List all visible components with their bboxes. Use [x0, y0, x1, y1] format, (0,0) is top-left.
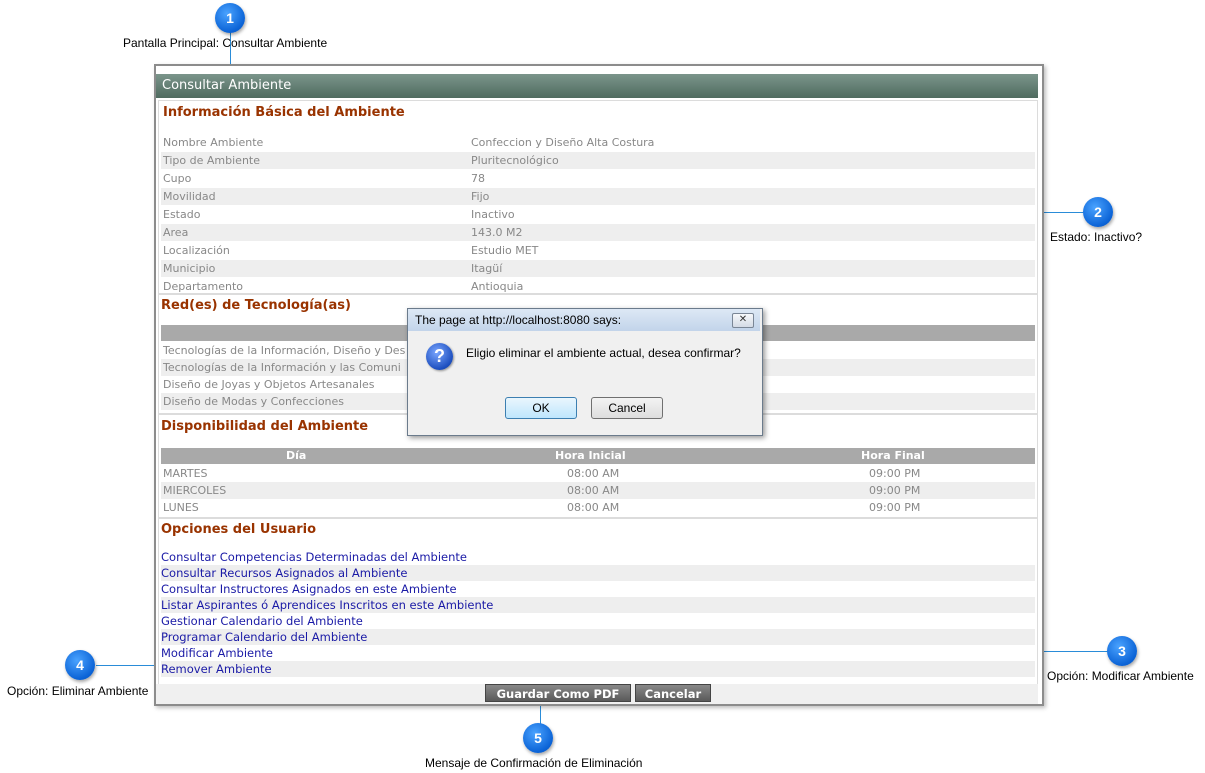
info-row: Area 143.0 M2: [161, 224, 1035, 241]
link-listar-aspirantes[interactable]: Listar Aspirantes ó Aprendices Inscritos…: [161, 597, 1035, 613]
availability-table-header: Día Hora Inicial Hora Final: [161, 448, 1035, 464]
callout-4-badge: 4: [65, 650, 95, 680]
link-remover-ambiente[interactable]: Remover Ambiente: [161, 661, 1035, 677]
availability-row: MIERCOLES 08:00 AM 09:00 PM: [161, 482, 1035, 499]
networks-title: Red(es) de Tecnología(as): [161, 298, 351, 313]
options-panel: Opciones del Usuario Consultar Competenc…: [158, 518, 1038, 686]
callout-2-text: Estado: Inactivo?: [1050, 230, 1143, 244]
dialog-message: Eligio eliminar el ambiente actual, dese…: [466, 346, 741, 360]
callout-5-badge: 5: [523, 723, 553, 753]
dialog-title: The page at http://localhost:8080 says:: [408, 309, 760, 331]
link-consultar-instructores[interactable]: Consultar Instructores Asignados en este…: [161, 581, 1035, 597]
header-hora-final: Hora Final: [861, 449, 925, 462]
cancel-button[interactable]: Cancel: [591, 397, 663, 419]
header-hora-inicial: Hora Inicial: [555, 449, 626, 462]
callout-1-badge: 1: [215, 3, 245, 33]
info-row: Municipio Itagüí: [161, 260, 1035, 277]
close-icon[interactable]: ✕: [732, 313, 754, 328]
callout-5-text: Mensaje de Confirmación de Eliminación: [425, 756, 643, 770]
confirm-dialog: The page at http://localhost:8080 says: …: [407, 308, 763, 436]
estado-value: Inactivo: [471, 208, 515, 221]
link-programar-calendario[interactable]: Programar Calendario del Ambiente: [161, 629, 1035, 645]
availability-row: LUNES 08:00 AM 09:00 PM: [163, 501, 921, 514]
link-modificar-ambiente[interactable]: Modificar Ambiente: [161, 645, 1035, 661]
callout-2-badge: 2: [1083, 197, 1113, 227]
options-title: Opciones del Usuario: [161, 522, 317, 537]
ok-button[interactable]: OK: [505, 397, 577, 419]
question-icon: ?: [426, 343, 453, 370]
callout-3-badge: 3: [1107, 636, 1137, 666]
callout-4-text: Opción: Eliminar Ambiente: [7, 684, 149, 698]
callout-4-line: [96, 665, 158, 666]
link-consultar-competencias[interactable]: Consultar Competencias Determinadas del …: [161, 549, 1035, 565]
link-consultar-recursos[interactable]: Consultar Recursos Asignados al Ambiente: [161, 565, 1035, 581]
callout-3-text: Opción: Modificar Ambiente: [1047, 669, 1194, 683]
info-row: Departamento Antioquia: [163, 280, 524, 293]
basic-info-title: Información Básica del Ambiente: [163, 105, 405, 120]
availability-row: MARTES 08:00 AM 09:00 PM: [163, 467, 921, 480]
callout-1-text: Pantalla Principal: Consultar Ambiente: [123, 36, 328, 50]
info-row: Cupo 78: [163, 172, 485, 185]
availability-title: Disponibilidad del Ambiente: [161, 419, 369, 434]
basic-info-panel: Información Básica del Ambiente Nombre A…: [158, 100, 1038, 294]
info-row: Tipo de Ambiente Pluritecnológico: [161, 152, 1035, 169]
header-dia: Día: [286, 449, 307, 462]
footer-bar: Guardar Como PDF Cancelar: [156, 684, 1038, 704]
info-row: Nombre Ambiente Confeccion y Diseño Alta …: [163, 136, 655, 149]
info-row: Localización Estudio MET: [163, 244, 539, 257]
link-gestionar-calendario[interactable]: Gestionar Calendario del Ambiente: [161, 613, 1035, 629]
guardar-pdf-button[interactable]: Guardar Como PDF: [485, 684, 631, 702]
window-title: Consultar Ambiente: [156, 74, 1038, 98]
info-row: Estado Inactivo: [163, 208, 515, 221]
info-row: Movilidad Fijo: [161, 188, 1035, 205]
cancelar-button[interactable]: Cancelar: [635, 684, 711, 702]
